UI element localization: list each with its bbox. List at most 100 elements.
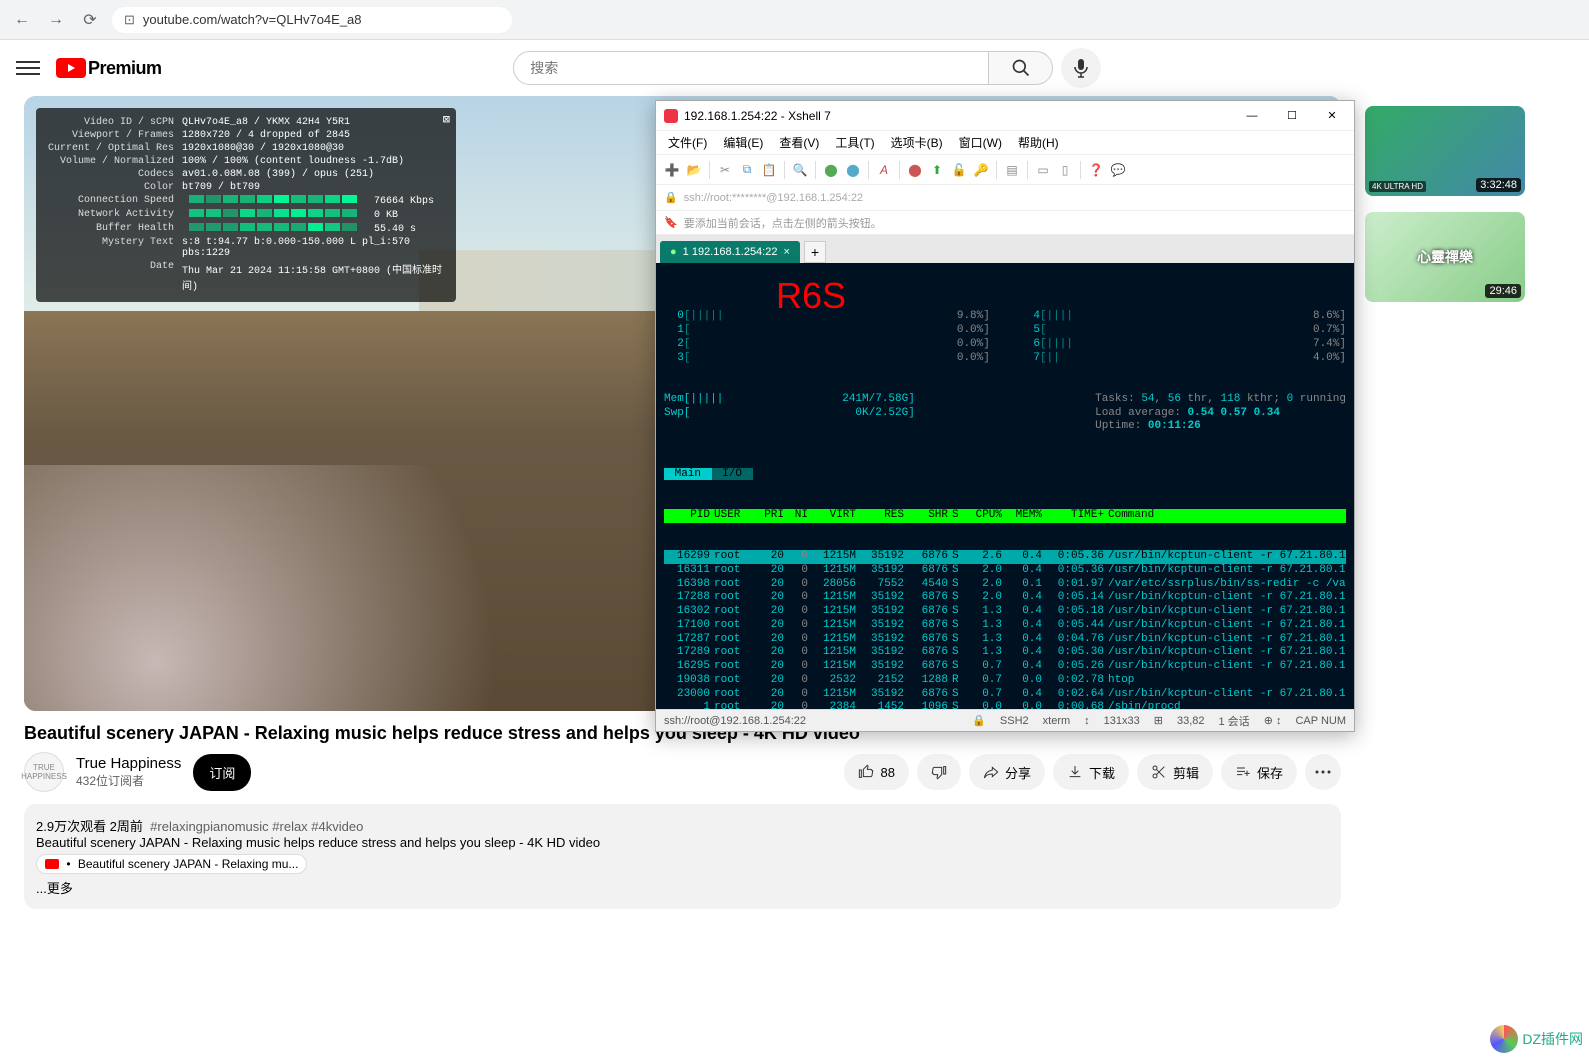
process-row[interactable]: 16311root2001215M351926876S2.00.40:05.36… (664, 564, 1346, 578)
column-header[interactable]: TIME+ (1044, 509, 1106, 523)
menu-item[interactable]: 窗口(W) (953, 132, 1008, 153)
thumb-duration: 3:32:48 (1476, 178, 1521, 192)
about-icon[interactable]: 💬 (1108, 160, 1128, 180)
youtube-logo[interactable]: Premium (56, 58, 162, 79)
address-bar[interactable]: ⊡ youtube.com/watch?v=QLHv7o4E_a8 (112, 7, 512, 33)
youtube-mini-icon (45, 859, 59, 869)
process-row[interactable]: 17289root2001215M351926876S1.30.40:05.30… (664, 646, 1346, 660)
description-box[interactable]: 2.9万次观看 2周前 #relaxingpianomusic #relax #… (24, 804, 1341, 909)
maximize-button[interactable]: ☐ (1278, 106, 1306, 126)
video-link-pill[interactable]: • Beautiful scenery JAPAN - Relaxing mu.… (36, 854, 307, 874)
process-row[interactable]: 16302root2001215M351926876S1.30.40:05.18… (664, 605, 1346, 619)
minimize-button[interactable]: — (1238, 106, 1266, 126)
htop-tab[interactable]: Main (664, 468, 712, 480)
disconnect-icon[interactable]: ⬤ (843, 160, 863, 180)
youtube-header: Premium (0, 40, 1589, 96)
voice-search-button[interactable] (1061, 48, 1101, 88)
htop-tab[interactable]: I/O (712, 468, 753, 480)
menu-item[interactable]: 工具(T) (829, 132, 880, 153)
stats-row: Mystery Texts:8 t:94.77 b:0.000-150.000 … (44, 236, 448, 260)
download-button[interactable]: 下载 (1053, 754, 1129, 790)
column-header[interactable]: PID (664, 509, 712, 523)
site-info-icon[interactable]: ⊡ (124, 12, 135, 28)
process-row[interactable]: 17288root2001215M351926876S2.00.40:05.14… (664, 591, 1346, 605)
status-size: 131x33 (1104, 715, 1140, 727)
font-icon[interactable]: A (874, 160, 894, 180)
subscribe-button[interactable]: 订阅 (193, 754, 251, 791)
search-icon[interactable]: 🔍 (790, 160, 810, 180)
layout-icon[interactable]: ▤ (1002, 160, 1022, 180)
xshell-hint-bar: 🔖 要添加当前会话，点击左侧的箭头按钮。 (656, 211, 1354, 235)
channel-avatar[interactable]: TRUEHAPPINESS (24, 752, 64, 792)
tool-icon-1[interactable]: ✂ (715, 160, 735, 180)
column-header[interactable]: Command (1106, 509, 1346, 523)
session-addr[interactable]: ssh://root:********@192.168.1.254:22 (684, 192, 863, 204)
open-icon[interactable]: 📂 (684, 160, 704, 180)
session-tab[interactable]: ● 1 192.168.1.254:22 × (660, 241, 800, 263)
video-thumbnail[interactable]: 3:32:484K ULTRA HD (1365, 106, 1525, 196)
share-button[interactable]: 分享 (969, 754, 1045, 790)
column-header[interactable]: VIRT (810, 509, 858, 523)
show-more-button[interactable]: ...更多 (36, 881, 73, 896)
save-button[interactable]: 保存 (1221, 754, 1297, 790)
description-text: Beautiful scenery JAPAN - Relaxing music… (36, 835, 600, 850)
process-row[interactable]: 19038root200253221521288R0.70.00:02.78ht… (664, 674, 1346, 688)
status-term-type: xterm (1043, 715, 1071, 727)
menu-item[interactable]: 帮助(H) (1012, 132, 1065, 153)
column-header[interactable]: S (950, 509, 964, 523)
clip-button[interactable]: 剪辑 (1137, 754, 1213, 790)
process-row[interactable]: 17100root2001215M351926876S1.30.40:05.44… (664, 619, 1346, 633)
xshell-titlebar[interactable]: 192.168.1.254:22 - Xshell 7 — ☐ ✕ (656, 101, 1354, 131)
mic-icon (1073, 58, 1089, 78)
video-thumbnail[interactable]: 29:46心靈禪樂 (1365, 212, 1525, 302)
search-input[interactable] (513, 51, 989, 85)
stats-close-button[interactable]: ⊠ (443, 112, 450, 127)
tab-close-icon[interactable]: × (783, 246, 789, 258)
dislike-button[interactable] (917, 754, 961, 790)
column-header[interactable]: SHR (906, 509, 950, 523)
terminal-output[interactable]: R6S 0[||||| 9.8%] 1[ 0.0%] 2[ 0.0%] 3[ 0… (656, 263, 1354, 709)
help-icon[interactable]: ❓ (1086, 160, 1106, 180)
column-header[interactable]: MEM% (1004, 509, 1044, 523)
process-row[interactable]: 16299root2001215M351926876S2.60.40:05.36… (664, 550, 1346, 564)
search-button[interactable] (989, 51, 1053, 85)
column-header[interactable]: RES (858, 509, 906, 523)
theme-icon[interactable]: ⬤ (905, 160, 925, 180)
ellipsis-icon (1315, 770, 1331, 774)
column-header[interactable]: CPU% (964, 509, 1004, 523)
process-row[interactable]: 16295root2001215M351926876S0.70.40:05.26… (664, 660, 1346, 674)
stats-row: Video ID / sCPNQLHv7o4E_a8 / YKMX 42H4 Y… (44, 116, 448, 129)
paste-icon[interactable]: 📋 (759, 160, 779, 180)
split-v-icon[interactable]: ▯ (1055, 160, 1075, 180)
add-tab-button[interactable]: + (804, 241, 826, 263)
like-button[interactable]: 88 (844, 754, 908, 790)
key-icon[interactable]: 🔑 (971, 160, 991, 180)
hashtags[interactable]: #relaxingpianomusic #relax #4kvideo (150, 819, 363, 834)
reload-button[interactable]: ⟳ (78, 8, 102, 32)
ftp-icon[interactable]: ⬆ (927, 160, 947, 180)
column-header[interactable]: NI (786, 509, 810, 523)
process-row[interactable]: 17287root2001215M351926876S1.30.40:04.76… (664, 633, 1346, 647)
new-session-icon[interactable]: ➕ (662, 160, 682, 180)
process-row[interactable]: 23000root2001215M351926876S0.70.40:02.64… (664, 688, 1346, 702)
menu-item[interactable]: 查看(V) (773, 132, 825, 153)
connect-icon[interactable]: ⬤ (821, 160, 841, 180)
process-row[interactable]: 1root200238414521096S0.00.00:00.68/sbin/… (664, 701, 1346, 709)
more-actions-button[interactable] (1305, 754, 1341, 790)
close-button[interactable]: ✕ (1318, 106, 1346, 126)
back-button[interactable]: ← (10, 8, 34, 32)
menu-item[interactable]: 文件(F) (662, 132, 713, 153)
channel-name[interactable]: True Happiness (76, 755, 181, 772)
bookmark-icon[interactable]: 🔖 (664, 216, 678, 229)
menu-item[interactable]: 选项卡(B) (885, 132, 949, 153)
process-row[interactable]: 16398root2002805675524540S2.00.10:01.97/… (664, 578, 1346, 592)
column-header[interactable]: PRI (756, 509, 786, 523)
lock-icon[interactable]: 🔓 (949, 160, 969, 180)
split-h-icon[interactable]: ▭ (1033, 160, 1053, 180)
column-header[interactable]: USER (712, 509, 756, 523)
menu-item[interactable]: 编辑(E) (717, 132, 769, 153)
hamburger-menu[interactable] (16, 56, 40, 80)
copy-icon[interactable]: ⧉ (737, 160, 757, 180)
watermark-icon (1490, 1025, 1518, 1053)
forward-button[interactable]: → (44, 8, 68, 32)
